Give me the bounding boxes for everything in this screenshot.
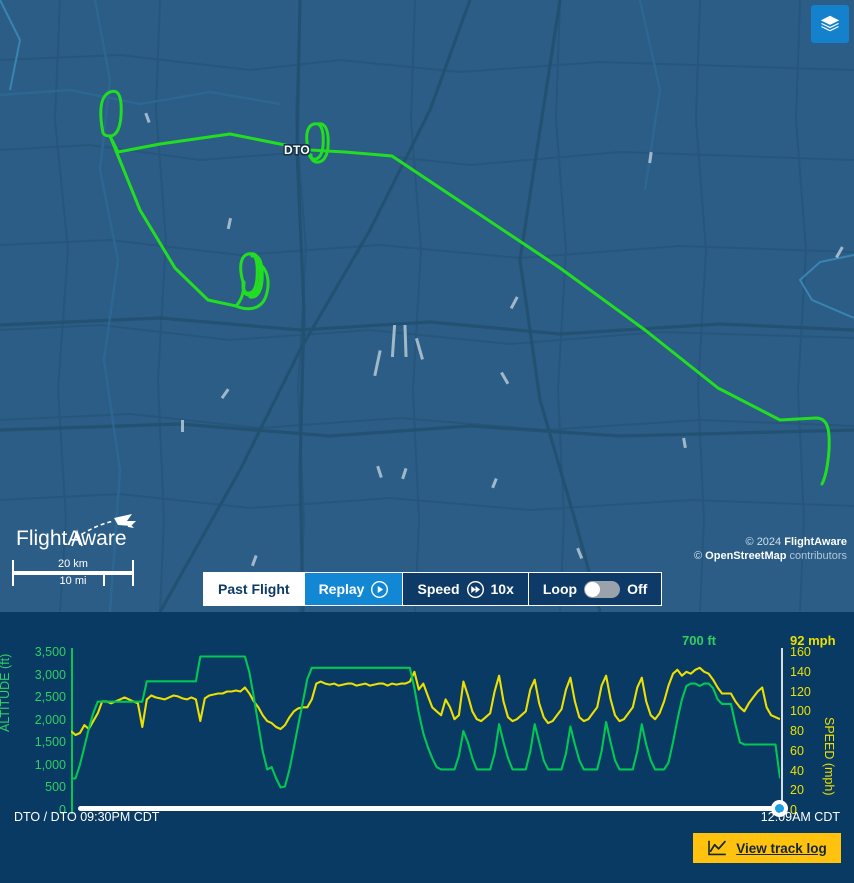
line-chart-icon bbox=[708, 840, 727, 856]
chart-series-svg bbox=[71, 655, 780, 789]
speed-tick-20: 20 bbox=[790, 783, 804, 798]
speed-tick-160: 160 bbox=[790, 645, 811, 659]
altitude-tick-3000: 3,000 bbox=[34, 667, 66, 682]
timeline-track[interactable] bbox=[78, 806, 782, 811]
loop-control[interactable]: Loop Off bbox=[528, 573, 662, 605]
layers-glyph bbox=[820, 15, 840, 32]
layers-icon[interactable] bbox=[811, 5, 849, 43]
loop-toggle-knob bbox=[585, 581, 601, 597]
speed-control[interactable]: Speed 10x bbox=[403, 573, 529, 605]
loop-label: Loop bbox=[542, 581, 578, 597]
past-flight-label: Past Flight bbox=[218, 581, 290, 597]
altitude-tick-3500: 3,500 bbox=[34, 645, 66, 659]
tab-past-flight[interactable]: Past Flight bbox=[204, 573, 305, 605]
playback-controls[interactable]: Past Flight Replay Speed 10x Loop Off bbox=[203, 572, 663, 606]
speed-label: Speed bbox=[417, 581, 460, 597]
replay-label: Replay bbox=[318, 581, 365, 597]
altitude-tick-500: 500 bbox=[45, 780, 66, 795]
view-track-log-label: View track log bbox=[736, 840, 827, 856]
loop-state: Off bbox=[627, 581, 648, 597]
airport-label-dto: DTO bbox=[284, 143, 311, 157]
flightaware-flight-page: DTO © 2024 FlightAware © OpenStreetMap c… bbox=[0, 0, 854, 883]
logo-wordmark: FlightAware bbox=[16, 527, 127, 550]
altitude-tick-2500: 2,500 bbox=[34, 690, 66, 705]
replay-button[interactable]: Replay bbox=[304, 573, 404, 605]
map-scale-bar: 20 km 10 mi bbox=[12, 558, 134, 587]
attribution-flightaware: © 2024 FlightAware bbox=[745, 536, 847, 548]
speed-tick-80: 80 bbox=[790, 724, 804, 738]
speed-tick-60: 60 bbox=[790, 743, 804, 758]
flight-end-label: 12:09AM CDT bbox=[760, 810, 840, 824]
chart-plot-area bbox=[71, 652, 780, 810]
speed-value: 10x bbox=[490, 581, 514, 597]
altitude-series-line bbox=[71, 655, 780, 789]
play-icon bbox=[371, 580, 389, 598]
altitude-tick-2000: 2,000 bbox=[34, 712, 66, 727]
fast-forward-icon bbox=[466, 580, 484, 598]
speed-tick-100: 100 bbox=[790, 704, 811, 719]
speed-axis-line bbox=[781, 648, 783, 814]
speed-tick-120: 120 bbox=[790, 684, 811, 699]
loop-toggle[interactable] bbox=[584, 580, 621, 598]
flight-map[interactable]: DTO © 2024 FlightAware © OpenStreetMap c… bbox=[0, 0, 854, 612]
speed-tick-40: 40 bbox=[790, 763, 804, 778]
scale-mi-label: 10 mi bbox=[59, 575, 87, 587]
view-track-log-button[interactable]: View track log bbox=[693, 833, 841, 863]
flightaware-logo: FlightAware bbox=[16, 514, 136, 550]
speed-series-line bbox=[71, 666, 780, 737]
flight-start-label: DTO / DTO 09:30PM CDT bbox=[14, 810, 160, 824]
altitude-tick-1500: 1,500 bbox=[34, 735, 66, 750]
speed-axis-title: SPEED (mph) bbox=[822, 717, 836, 796]
scale-km-label: 20 km bbox=[58, 558, 88, 570]
speed-tick-140: 140 bbox=[790, 664, 811, 679]
altitude-tick-1000: 1,000 bbox=[34, 757, 66, 772]
map-attribution: © 2024 FlightAware © OpenStreetMap contr… bbox=[694, 535, 847, 563]
attribution-osm: © OpenStreetMap contributors bbox=[694, 550, 847, 562]
altitude-readout: 700 ft bbox=[682, 633, 716, 648]
